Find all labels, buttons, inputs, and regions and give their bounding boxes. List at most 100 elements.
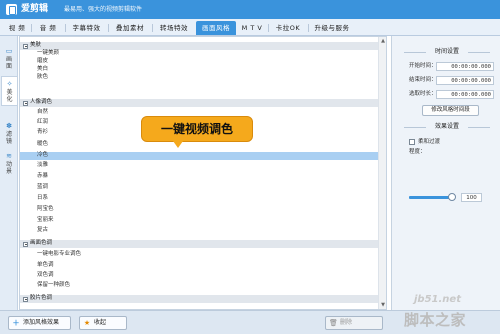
list-item-label: 淡雅 — [37, 162, 49, 168]
list-item-label: 赤暴 — [37, 173, 49, 179]
list-category-label: 人像调色 — [30, 99, 53, 105]
modify-style-period-button[interactable]: 修改风格时间段 — [422, 105, 479, 116]
list-item-label: 单色调 — [37, 262, 54, 268]
delete-button[interactable]: 🗑 删除 — [325, 316, 383, 330]
list-item-label: 一键美颜 — [37, 50, 60, 56]
collapse-button[interactable]: ★ 收起 — [79, 316, 127, 330]
side-tab-frame[interactable]: ▭ 画 面 — [1, 44, 17, 72]
style-effect-list[interactable]: 美肤 一键美颜 磨皮 美白 肤色 人像调色 自然 红润 青衫 暖色 冷色 淡雅 … — [19, 36, 387, 310]
tab-upgrade-service[interactable]: 升级与服务 — [310, 21, 354, 35]
smooth-transition-label: 柔和过渡 — [418, 139, 441, 145]
start-time-input[interactable]: 00:00:00.000 — [436, 62, 494, 71]
list-item[interactable]: 单色调 — [20, 262, 379, 270]
collapse-icon[interactable] — [23, 100, 28, 106]
level-slider-thumb[interactable] — [448, 193, 456, 201]
side-tab-label: 镜 — [5, 138, 12, 145]
start-time-label: 开始时间： — [409, 63, 437, 69]
side-tab-label: 动 — [5, 161, 12, 168]
tab-audio[interactable]: 音 频 — [33, 21, 63, 35]
smooth-transition-checkbox[interactable] — [409, 139, 415, 145]
list-category-label: 画面色调 — [30, 240, 53, 246]
list-item-selected[interactable]: 冷色 — [20, 152, 379, 160]
callout-pointer — [173, 141, 183, 148]
list-item[interactable]: 蓝调 — [20, 184, 379, 192]
list-item-label: 蓝调 — [37, 184, 49, 190]
list-item[interactable]: 日系 — [20, 195, 379, 203]
level-slider-track[interactable] — [409, 196, 452, 199]
tab-overlay-material[interactable]: 叠加素材 — [110, 21, 150, 35]
add-style-effect-button[interactable]: ＋ 添加风格效果 — [8, 316, 71, 330]
side-tab-strip: ▭ 画 面 ✧ 美 化 ✽ 滤 镜 ≋ 动 景 — [0, 36, 18, 310]
divider — [404, 52, 426, 53]
tab-separator — [308, 24, 309, 32]
list-item-label: 复古 — [37, 227, 49, 233]
list-item[interactable]: 一键美颜 — [20, 50, 379, 58]
side-tab-beautify[interactable]: ✧ 美 化 — [1, 76, 17, 106]
tab-transition-effects[interactable]: 转场特效 — [154, 21, 194, 35]
star-icon: ★ — [83, 319, 91, 327]
list-item[interactable]: 双色调 — [20, 272, 379, 280]
divider — [404, 127, 426, 128]
duration-label: 选取时长： — [409, 91, 437, 97]
tab-video[interactable]: 视 频 — [4, 21, 30, 35]
side-tab-label: 化 — [6, 96, 13, 103]
list-category[interactable]: 胶片色调 — [20, 295, 379, 303]
list-item[interactable]: 肤色 — [20, 74, 379, 82]
effect-settings-title: 效果设置 — [398, 123, 496, 131]
trash-icon: 🗑 — [329, 319, 338, 327]
list-item-label: 保留一种颜色 — [37, 282, 71, 288]
app-logo-icon — [6, 4, 17, 15]
button-label: 删除 — [340, 319, 353, 326]
end-time-input[interactable]: 00:00:00.000 — [436, 76, 494, 85]
collapse-icon[interactable] — [23, 241, 28, 247]
list-item-label: 肤色 — [37, 74, 49, 80]
side-tab-label: 滤 — [5, 131, 12, 138]
list-category[interactable]: 画面色调 — [20, 240, 379, 248]
list-item-label: 双色调 — [37, 272, 54, 278]
collapse-icon[interactable] — [23, 296, 28, 302]
list-category[interactable]: 人像调色 — [20, 99, 379, 107]
list-scrollbar[interactable]: ▲ ▼ — [378, 37, 386, 309]
list-item-label: 红润 — [37, 119, 49, 125]
collapse-icon[interactable] — [23, 43, 28, 49]
list-category-label: 美肤 — [30, 42, 42, 48]
list-item[interactable]: 赤暴 — [20, 173, 379, 181]
tab-subtitle-effects[interactable]: 字幕特效 — [67, 21, 106, 35]
list-item-label: 宝丽来 — [37, 217, 54, 223]
divider — [468, 127, 490, 128]
tab-separator — [31, 24, 32, 32]
list-item-label: 磨皮 — [37, 58, 49, 64]
annotation-callout: 一键视频调色 — [141, 116, 253, 142]
tab-karaoke[interactable]: 卡拉OK — [270, 21, 306, 35]
list-item[interactable]: 一键电影专业调色 — [20, 251, 379, 259]
list-item[interactable]: 保留一种颜色 — [20, 282, 379, 290]
settings-panel: 时间设置 开始时间： 00:00:00.000 结束时间： 00:00:00.0… — [391, 36, 500, 310]
list-item-label: 青衫 — [37, 129, 49, 135]
list-category-label: 胶片色调 — [30, 295, 53, 301]
list-item[interactable]: 美白 — [20, 66, 379, 74]
list-item[interactable]: 复古 — [20, 227, 379, 235]
scroll-down-icon[interactable]: ▼ — [380, 302, 386, 308]
frame-icon: ▭ — [5, 47, 13, 55]
list-item[interactable]: 宝丽来 — [20, 217, 379, 225]
magic-wand-icon: ✧ — [6, 80, 13, 88]
watermark-name: 脚本之家 — [404, 311, 467, 329]
list-item[interactable]: 磨皮 — [20, 58, 379, 66]
list-item[interactable]: 暖色 — [20, 141, 379, 149]
scroll-up-icon[interactable]: ▲ — [380, 38, 386, 44]
app-slogan: 最易用、强大的视频剪辑软件 — [64, 6, 143, 13]
side-tab-motion[interactable]: ≋ 动 景 — [1, 149, 17, 177]
level-value-box[interactable]: 100 — [461, 193, 482, 202]
duration-input[interactable]: 00:00:00.000 — [436, 90, 494, 99]
list-item[interactable]: 阿宝色 — [20, 206, 379, 214]
side-tab-filter[interactable]: ✽ 滤 镜 — [1, 119, 17, 147]
tab-separator — [268, 24, 269, 32]
list-item[interactable]: 淡雅 — [20, 162, 379, 170]
tab-mtv[interactable]: M T V — [238, 21, 266, 35]
list-item-label: 美白 — [37, 66, 49, 72]
side-tab-label: 画 — [5, 56, 12, 63]
side-tab-label: 景 — [5, 168, 12, 175]
list-category[interactable]: 美肤 — [20, 42, 379, 50]
tab-picture-style[interactable]: 画面风格 — [196, 21, 236, 35]
list-item-label: 冷色 — [37, 152, 49, 158]
